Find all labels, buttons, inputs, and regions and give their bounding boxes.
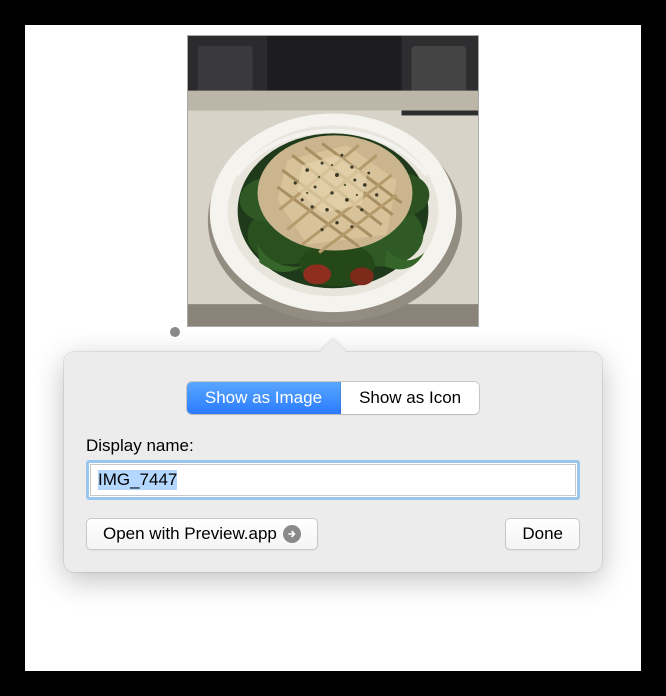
open-with-preview-button[interactable]: Open with Preview.app [86,518,318,550]
display-name-input[interactable] [90,464,576,496]
done-button[interactable]: Done [505,518,580,550]
show-as-image-button[interactable]: Show as Image [187,382,341,414]
selection-handle-dot [170,327,180,337]
display-mode-segmented-control: Show as Image Show as Icon [187,382,479,414]
open-with-preview-label: Open with Preview.app [103,524,277,544]
display-name-label: Display name: [86,436,580,456]
attachment-options-popover: Show as Image Show as Icon Display name:… [64,352,602,572]
popover-arrow [319,339,347,353]
show-as-icon-button[interactable]: Show as Icon [341,382,479,414]
arrow-right-circle-icon [283,525,301,543]
image-attachment-preview[interactable] [187,35,479,327]
display-name-input-focus-ring [86,460,580,500]
